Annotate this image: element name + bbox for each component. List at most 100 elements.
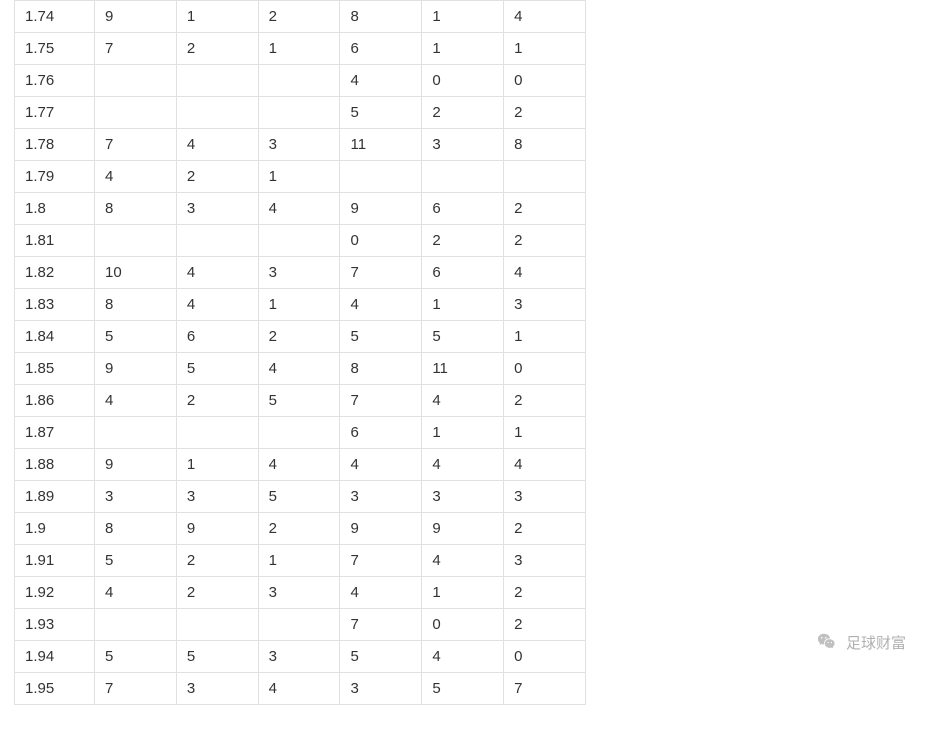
table-cell: 1	[258, 289, 340, 321]
table-cell: 4	[340, 449, 422, 481]
table-row: 1.86425742	[15, 385, 586, 417]
table-cell: 1.82	[15, 257, 95, 289]
table-cell: 2	[504, 225, 586, 257]
table-cell: 2	[176, 33, 258, 65]
table-cell: 6	[422, 257, 504, 289]
wechat-icon	[816, 631, 838, 653]
table-cell: 4	[340, 289, 422, 321]
table-cell: 1.87	[15, 417, 95, 449]
table-cell: 8	[95, 289, 177, 321]
table-cell: 8	[504, 129, 586, 161]
table-cell: 2	[176, 385, 258, 417]
table-cell: 0	[504, 641, 586, 673]
table-cell: 4	[258, 673, 340, 705]
table-cell: 11	[340, 129, 422, 161]
table-cell: 2	[504, 609, 586, 641]
table-row: 1.81022	[15, 225, 586, 257]
table-cell: 1.95	[15, 673, 95, 705]
table-cell: 0	[504, 353, 586, 385]
table-cell: 1	[422, 577, 504, 609]
table-cell: 8	[340, 353, 422, 385]
table-row: 1.76400	[15, 65, 586, 97]
table-cell: 1.75	[15, 33, 95, 65]
table-cell: 7	[340, 609, 422, 641]
table-cell: 5	[340, 97, 422, 129]
table-cell: 7	[340, 545, 422, 577]
table-cell: 1.92	[15, 577, 95, 609]
watermark: 足球财富	[816, 631, 906, 653]
table-cell: 8	[95, 513, 177, 545]
table-row: 1.89335333	[15, 481, 586, 513]
table-cell	[176, 97, 258, 129]
table-cell	[95, 609, 177, 641]
table-cell: 1	[422, 33, 504, 65]
table-cell: 4	[176, 257, 258, 289]
table-cell: 1	[504, 33, 586, 65]
table-cell	[258, 97, 340, 129]
table-cell	[176, 609, 258, 641]
table-cell: 2	[258, 321, 340, 353]
table-row: 1.88914444	[15, 449, 586, 481]
table-cell: 5	[422, 321, 504, 353]
table-cell: 3	[258, 577, 340, 609]
table-cell: 5	[340, 641, 422, 673]
table-cell	[340, 161, 422, 193]
table-cell: 1.76	[15, 65, 95, 97]
table-cell: 7	[340, 257, 422, 289]
table-cell	[95, 225, 177, 257]
table-row: 1.821043764	[15, 257, 586, 289]
table-cell: 2	[504, 385, 586, 417]
table-cell: 2	[176, 161, 258, 193]
table-cell: 3	[176, 673, 258, 705]
table-cell: 2	[176, 545, 258, 577]
table-cell: 4	[340, 577, 422, 609]
table-cell: 7	[340, 385, 422, 417]
table-cell: 7	[95, 33, 177, 65]
table-cell: 4	[258, 449, 340, 481]
table-cell: 1.93	[15, 609, 95, 641]
table-cell	[258, 225, 340, 257]
table-cell: 9	[95, 449, 177, 481]
table-cell: 4	[176, 289, 258, 321]
table-cell: 1.88	[15, 449, 95, 481]
table-cell	[504, 161, 586, 193]
table-cell: 1	[422, 289, 504, 321]
table-cell: 5	[176, 641, 258, 673]
table-cell	[176, 65, 258, 97]
table-cell: 5	[95, 321, 177, 353]
table-cell: 4	[504, 1, 586, 33]
table-cell: 6	[422, 193, 504, 225]
table-cell: 2	[422, 225, 504, 257]
table-cell: 6	[176, 321, 258, 353]
table-cell: 3	[95, 481, 177, 513]
table-cell: 4	[258, 353, 340, 385]
table-cell: 9	[340, 193, 422, 225]
table-body: 1.749128141.757216111.764001.775221.7874…	[15, 1, 586, 705]
table-cell: 3	[422, 481, 504, 513]
table-cell: 1	[504, 417, 586, 449]
table-cell: 1	[258, 545, 340, 577]
table-cell: 3	[176, 193, 258, 225]
table-cell: 2	[504, 97, 586, 129]
table-cell: 3	[176, 481, 258, 513]
table-cell: 9	[422, 513, 504, 545]
table-row: 1.79421	[15, 161, 586, 193]
table-cell: 5	[95, 641, 177, 673]
table-row: 1.83841413	[15, 289, 586, 321]
table-cell: 3	[504, 545, 586, 577]
table-cell: 3	[258, 129, 340, 161]
table-cell: 1	[258, 33, 340, 65]
table-cell: 1	[504, 321, 586, 353]
table-cell: 3	[422, 129, 504, 161]
table-cell	[258, 65, 340, 97]
table-cell: 6	[340, 417, 422, 449]
table-cell: 3	[258, 641, 340, 673]
table-cell: 1.77	[15, 97, 95, 129]
table-cell: 2	[504, 513, 586, 545]
table-cell: 1	[176, 449, 258, 481]
table-cell: 1.83	[15, 289, 95, 321]
table-cell: 8	[95, 193, 177, 225]
table-cell: 0	[422, 609, 504, 641]
table-cell: 8	[340, 1, 422, 33]
table-cell: 1.85	[15, 353, 95, 385]
